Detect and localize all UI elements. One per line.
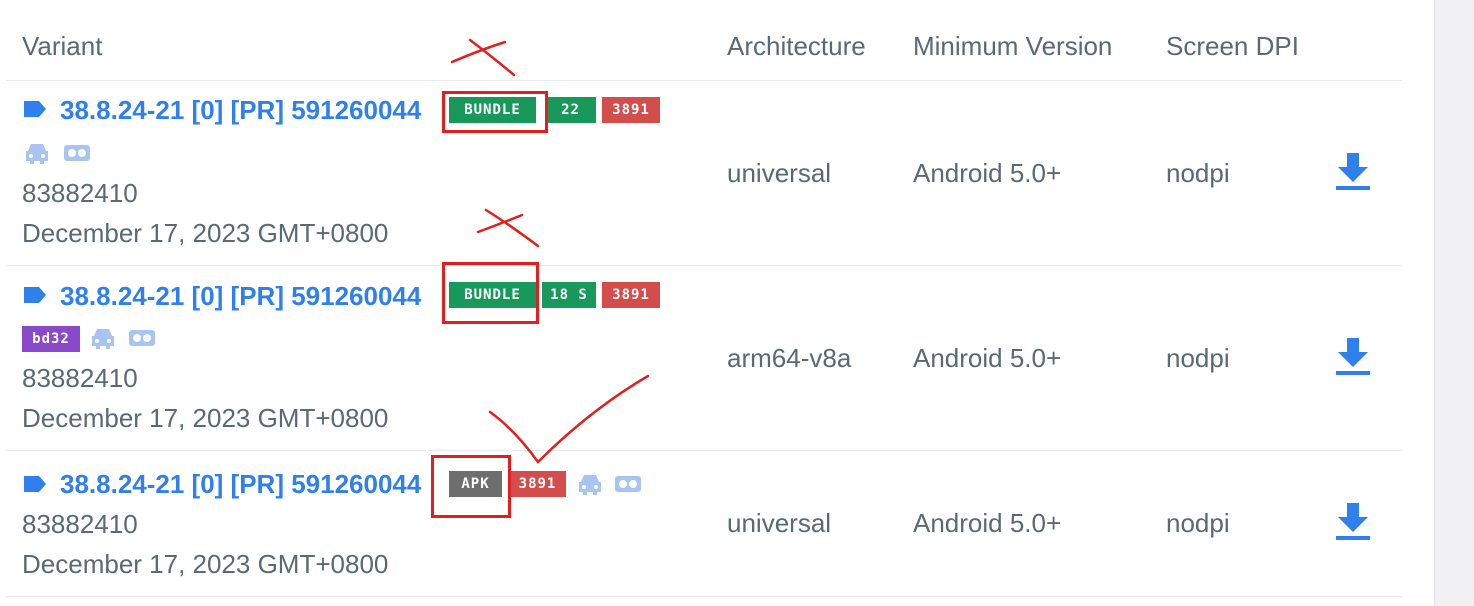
annotation-box [442, 91, 548, 133]
annotation-box [442, 262, 539, 324]
splits-badge: 18 S [542, 282, 596, 308]
splits-badge: 22 S [545, 97, 596, 144]
divider [6, 450, 1402, 451]
divider [6, 265, 1402, 266]
scrollbar-track[interactable] [1434, 0, 1474, 606]
version-code: 83882410 [22, 363, 138, 393]
cross-mark [468, 38, 516, 77]
tag-icon [24, 476, 46, 492]
architecture-value: universal [727, 508, 832, 538]
download-icon[interactable] [1335, 153, 1371, 191]
dpi-value: nodpi [1166, 158, 1230, 188]
min-version-value: Android 5.0+ [913, 508, 1062, 538]
download-icon[interactable] [1335, 338, 1371, 376]
version-code: 83882410 [22, 178, 138, 208]
annotation-box [431, 455, 511, 518]
min-version-value: Android 5.0+ [913, 343, 1062, 373]
variant-link[interactable]: 38.8.24-21 [0] [PR] 591260044 [60, 281, 421, 312]
architecture-value: arm64-v8a [727, 343, 852, 373]
count-badge: 3891 [602, 282, 660, 308]
upload-date: December 17, 2023 GMT+0800 [22, 218, 389, 248]
vr-headset-icon [64, 145, 90, 161]
dpi-value: nodpi [1166, 343, 1230, 373]
dpi-value: nodpi [1166, 508, 1230, 538]
divider [6, 596, 1402, 597]
count-badge: 3891 [509, 471, 566, 497]
header-architecture: Architecture [727, 31, 866, 61]
cross-mark [450, 40, 507, 64]
cross-mark [484, 208, 540, 248]
header-screen-dpi: Screen DPI [1166, 31, 1299, 61]
car-icon [92, 329, 114, 349]
divider [6, 80, 1402, 81]
header-minimum-version: Minimum Version [913, 31, 1113, 61]
variant-link[interactable]: 38.8.24-21 [0] [PR] 591260044 [60, 469, 421, 500]
variant-link[interactable]: 38.8.24-21 [0] [PR] 591260044 [60, 95, 421, 126]
tag-icon [24, 287, 46, 303]
upload-date: December 17, 2023 GMT+0800 [22, 403, 389, 433]
min-version-value: Android 5.0+ [913, 158, 1062, 188]
tag-icon [24, 101, 46, 117]
vr-headset-icon [129, 330, 155, 346]
vr-headset-icon [615, 476, 641, 492]
upload-date: December 17, 2023 GMT+0800 [22, 549, 389, 579]
car-icon [579, 475, 601, 495]
arch-badge: bd32 [22, 326, 80, 352]
car-icon [26, 144, 48, 164]
download-icon[interactable] [1335, 503, 1371, 541]
version-code: 83882410 [22, 509, 138, 539]
header-variant: Variant [22, 31, 103, 61]
cross-mark [476, 213, 524, 234]
count-badge: 3891 [602, 97, 660, 123]
architecture-value: universal [727, 158, 832, 188]
